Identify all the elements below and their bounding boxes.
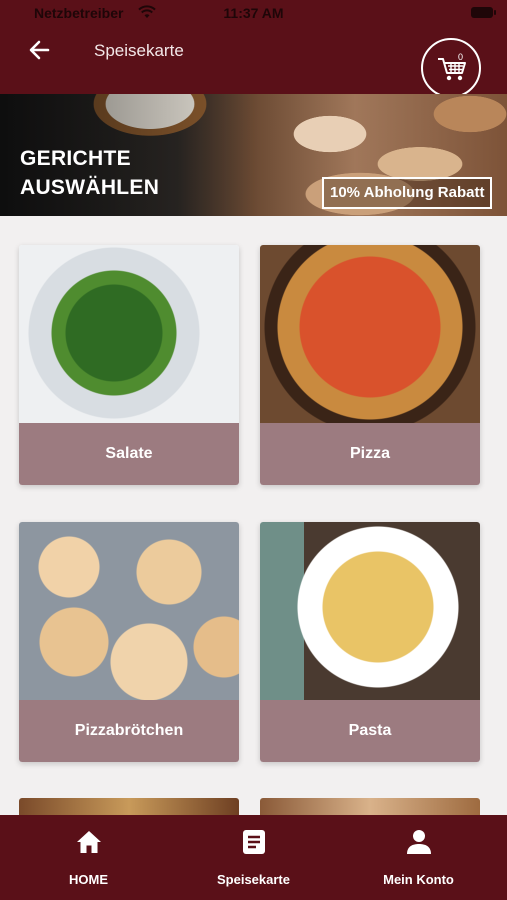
app-bar: Speisekarte 0 [0,26,507,98]
category-label: Pizzabrötchen [19,700,239,762]
category-label: Pasta [260,700,480,762]
hero-banner: GERICHTE AUSWÄHLEN 10% Abholung Rabatt [0,94,507,216]
category-card-partial-left[interactable] [19,798,239,816]
cart-button[interactable]: 0 [421,38,481,98]
page-title: Speisekarte [94,41,184,60]
nav-mein-konto[interactable]: Mein Konto [334,815,503,900]
back-arrow-icon[interactable] [26,36,54,64]
pasta-image [260,522,480,700]
category-card-pizza[interactable]: Pizza [260,245,480,485]
category-card-pasta[interactable]: Pasta [260,522,480,762]
battery-icon [471,7,496,18]
nav-label: Mein Konto [383,872,454,887]
category-label: Pizza [260,423,480,485]
status-bar: Netzbetreiber 11:37 AM [0,0,507,26]
nav-speisekarte[interactable]: Speisekarte [169,815,338,900]
pizza-rolls-image [19,522,239,700]
nav-label: HOME [69,872,108,887]
bottom-navigation: HOME Speisekarte Mein Konto [0,815,507,900]
banner-headline-text: GERICHTE AUSWÄHLEN [20,147,160,199]
nav-label: Speisekarte [217,872,290,887]
category-label: Salate [19,423,239,485]
category-card-partial-right[interactable] [260,798,480,816]
nav-home[interactable]: HOME [4,815,173,900]
category-card-pizzabroetchen[interactable]: Pizzabrötchen [19,522,239,762]
pizza-image [260,245,480,423]
clock: 11:37 AM [223,5,284,21]
category-grid: Salate Pizza Pizzabrötchen Pasta [0,216,507,816]
salad-image [19,245,239,423]
banner-headline: GERICHTE AUSWÄHLEN [20,144,180,202]
promo-badge: 10% Abholung Rabatt [322,177,493,209]
category-card-salate[interactable]: Salate [19,245,239,485]
